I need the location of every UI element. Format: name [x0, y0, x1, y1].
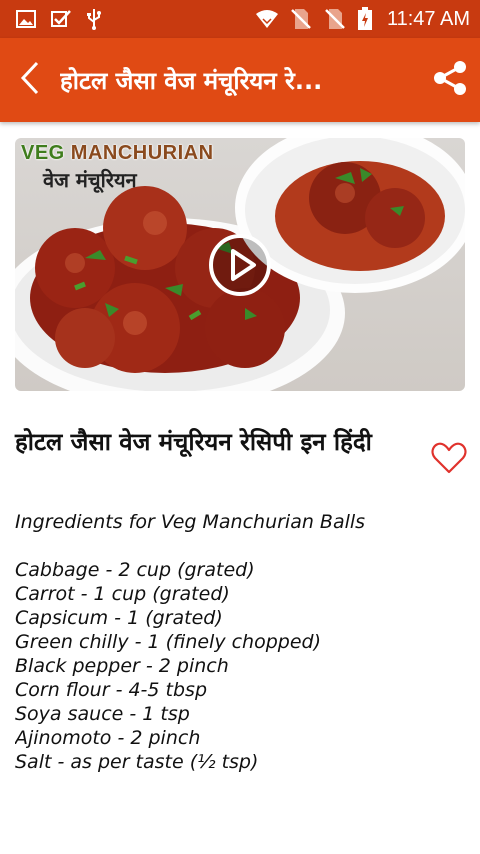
ingredient-item: Salt - as per taste (½ tsp): [15, 751, 259, 773]
ingredient-item: Soya sauce - 1 tsp: [15, 703, 190, 725]
recipe-content: Ingredients for Veg Manchurian Balls Cab…: [15, 510, 470, 778]
ingredient-item: Carrot - 1 cup (grated): [15, 583, 230, 605]
app-bar: होटल जैसा वेज मंचूरियन रे...: [0, 38, 480, 122]
page-title: होटल जैसा वेज मंचूरियन रे...: [60, 66, 323, 95]
ingredient-item: Black pepper - 2 pinch: [15, 655, 229, 677]
no-sim-icon: [289, 7, 313, 31]
ingredient-item: Corn flour - 4-5 tbsp: [15, 679, 208, 701]
heart-outline-icon: [431, 442, 467, 480]
ingredient-item: Capsicum - 1 (grated): [15, 607, 223, 629]
ingredient-item: Green chilly - 1 (finely chopped): [15, 631, 322, 653]
status-time: 11:47 AM: [386, 7, 470, 30]
usb-icon: [86, 8, 102, 30]
share-icon: [431, 59, 469, 101]
play-icon: [208, 234, 272, 301]
ingredient-item: Ajinomoto - 2 pinch: [15, 727, 201, 749]
back-arrow-icon: [19, 61, 41, 99]
video-thumbnail[interactable]: VEG MANCHURIAN वेज मंचूरियन: [15, 138, 465, 391]
status-bar: 11:47 AM: [0, 0, 480, 38]
recipe-title: होटल जैसा वेज मंचूरियन रेसिपी इन हिंदी: [15, 428, 372, 456]
battery-charging-icon: [357, 7, 373, 31]
favorite-button[interactable]: [431, 440, 467, 476]
thumbnail-title-en: VEG MANCHURIAN: [21, 142, 214, 164]
back-button[interactable]: [0, 38, 60, 122]
ingredients-heading: Ingredients for Veg Manchurian Balls: [15, 511, 366, 533]
image-icon: [16, 10, 36, 28]
ingredient-item: Cabbage - 2 cup (grated): [15, 559, 255, 581]
thumbnail-title-hi: वेज मंचूरियन: [43, 168, 137, 192]
no-sim-icon: [323, 7, 347, 31]
check-icon: [50, 9, 72, 29]
share-button[interactable]: [420, 38, 480, 122]
play-button[interactable]: [208, 233, 272, 297]
wifi-icon: [255, 9, 279, 29]
